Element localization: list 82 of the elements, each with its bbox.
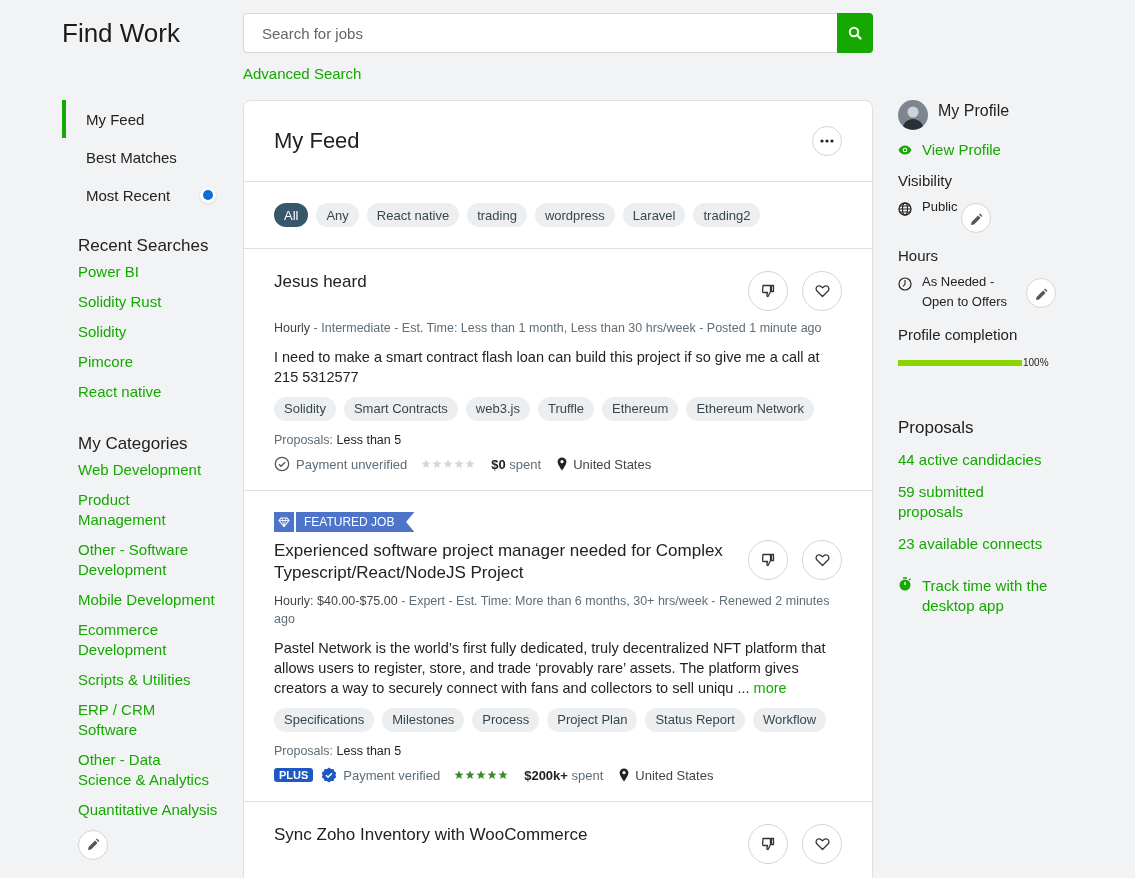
thumbs-down-icon bbox=[761, 837, 775, 851]
skill-tag[interactable]: Ethereum bbox=[602, 397, 679, 421]
hours-value: As Needed - Open to Offers bbox=[922, 273, 1009, 311]
client-spent: $0 spent bbox=[491, 456, 542, 472]
hours-heading: Hours bbox=[898, 247, 938, 264]
skill-tag[interactable]: Solidity bbox=[274, 397, 336, 421]
thumbs-down-icon bbox=[761, 284, 775, 298]
feed-title: My Feed bbox=[274, 128, 360, 154]
dislike-button[interactable] bbox=[748, 824, 788, 864]
edit-button[interactable] bbox=[1026, 278, 1056, 308]
heart-icon bbox=[814, 284, 830, 298]
section-heading: Recent Searches bbox=[78, 236, 209, 256]
thumbs-down-icon bbox=[761, 553, 775, 567]
feed-nav-item[interactable]: Most Recent bbox=[62, 176, 219, 214]
pencil-icon bbox=[969, 212, 984, 227]
job-details: Hourly: $40.00-$75.00 - Expert - Est. Time: More than 6 months, 30+ hrs/week - Renewed 2 minutes ago bbox=[274, 593, 831, 628]
location-pin-icon bbox=[619, 768, 630, 782]
filter-chip[interactable]: trading2 bbox=[693, 203, 761, 227]
edit-button[interactable] bbox=[961, 203, 992, 233]
job-details: Hourly - Intermediate - Est. Time: Less than 1 month, Less than 30 hrs/week - Posted 1 minute ago bbox=[274, 320, 823, 337]
client-location: United States bbox=[573, 456, 652, 472]
skill-tag[interactable]: Smart Contracts bbox=[343, 397, 458, 421]
skill-tag[interactable]: web3.js bbox=[465, 397, 530, 421]
profile-completion-heading: Profile completion bbox=[898, 326, 1018, 343]
page-title: Find Work bbox=[62, 18, 181, 50]
proposals-count: Proposals: Less than 5 bbox=[274, 433, 403, 447]
skill-tag[interactable]: Milestones bbox=[382, 708, 465, 732]
diamond-icon bbox=[278, 517, 290, 527]
more-icon bbox=[820, 139, 834, 143]
payment-status: Payment unverified bbox=[296, 456, 408, 472]
stopwatch-icon bbox=[898, 577, 912, 591]
visibility-heading: Visibility bbox=[898, 172, 952, 189]
filter-chip[interactable]: React native bbox=[366, 203, 460, 227]
payment-status: Payment verified bbox=[343, 767, 441, 783]
eye-icon bbox=[898, 144, 912, 155]
filter-chip[interactable]: Any bbox=[316, 203, 359, 227]
skill-tag[interactable]: Ethereum Network bbox=[686, 397, 815, 421]
save-job-button[interactable] bbox=[802, 824, 842, 864]
job-listing[interactable]: Sync Zoho Inventory with WooCommerce bbox=[244, 802, 872, 878]
dislike-button[interactable] bbox=[748, 540, 788, 580]
edit-button[interactable] bbox=[78, 830, 108, 860]
completion-percent: 100% bbox=[1023, 357, 1049, 368]
skill-tag[interactable]: Workflow bbox=[752, 708, 827, 732]
job-title[interactable]: Sync Zoho Inventory with WooCommerce bbox=[274, 824, 734, 846]
client-spent: $200k+ spent bbox=[524, 767, 604, 783]
save-job-button[interactable] bbox=[802, 540, 842, 580]
visibility-value: Public bbox=[922, 198, 958, 216]
section-heading: My Categories bbox=[78, 434, 188, 454]
dislike-button[interactable] bbox=[748, 271, 788, 311]
skill-tag[interactable]: Specifications bbox=[274, 708, 375, 732]
job-description: Pastel Network is the world’s first fully dedicated, truly decentralized NFT platform that allows users to register, store, and trade ‘provably rare’ assets. The platform gives creators a way to securely connect with fans and collectors to sell uniqu ... more bbox=[274, 639, 827, 698]
search-field[interactable]: Search for jobs bbox=[243, 13, 837, 53]
feed-nav-item[interactable]: My Feed bbox=[62, 100, 219, 138]
save-job-button[interactable] bbox=[802, 271, 842, 311]
proposals-count: Proposals: Less than 5 bbox=[274, 744, 403, 758]
heart-icon bbox=[814, 837, 830, 851]
clock-icon bbox=[898, 277, 912, 291]
location-pin-icon bbox=[557, 457, 568, 471]
proposals-heading: Proposals bbox=[898, 418, 974, 438]
feed-nav-item[interactable]: Best Matches bbox=[62, 138, 219, 176]
job-title[interactable]: Experienced software project manager needed for Complex Typescript/React/NodeJS Project bbox=[274, 540, 734, 584]
filter-chip[interactable]: wordpress bbox=[534, 203, 615, 227]
skill-tag[interactable]: Truffle bbox=[537, 397, 595, 421]
filter-chip[interactable]: Laravel bbox=[622, 203, 686, 227]
job-title[interactable]: Jesus heard bbox=[274, 271, 734, 293]
avatar[interactable] bbox=[898, 100, 928, 130]
pencil-icon bbox=[1034, 287, 1048, 302]
search-icon bbox=[848, 26, 862, 40]
search-button[interactable] bbox=[837, 13, 873, 53]
skill-tag[interactable]: Status Report bbox=[645, 708, 745, 732]
skill-tag[interactable]: Project Plan bbox=[547, 708, 638, 732]
filter-chip[interactable]: All bbox=[274, 203, 309, 227]
profile-heading: My Profile bbox=[938, 102, 1010, 120]
filter-chip[interactable]: trading bbox=[467, 203, 527, 227]
skill-tag[interactable]: Process bbox=[472, 708, 540, 732]
featured-job-ribbon: FEATURED JOB bbox=[274, 512, 415, 532]
job-description: I need to make a smart contract flash loan can build this project if so give me a call at 215 5312577 bbox=[274, 348, 821, 387]
client-location: United States bbox=[635, 767, 714, 783]
heart-icon bbox=[814, 553, 830, 567]
plus-badge: PLUS bbox=[274, 768, 314, 782]
globe-icon bbox=[898, 202, 912, 216]
pencil-icon bbox=[86, 838, 100, 852]
